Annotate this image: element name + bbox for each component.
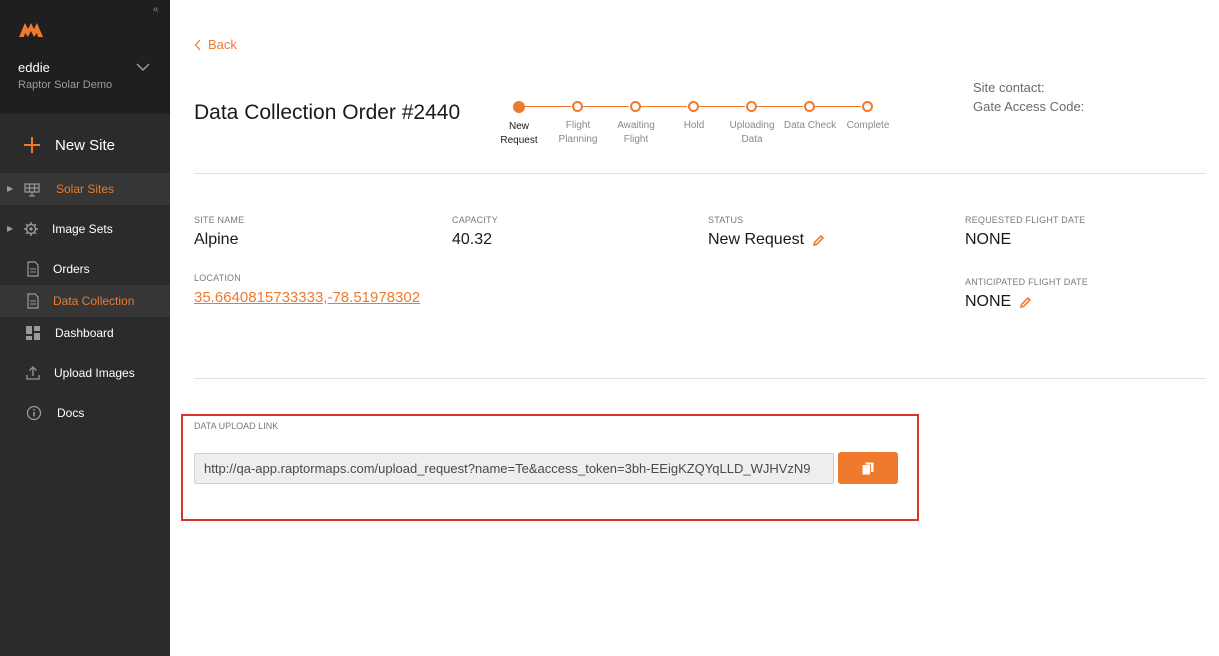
site-name-value: Alpine (194, 231, 239, 248)
sidebar-item-docs[interactable]: Docs (0, 397, 170, 429)
step-dot-new-request (513, 101, 525, 113)
new-site-button[interactable]: New Site (0, 127, 170, 165)
stepper-connector (641, 106, 687, 107)
solar-panel-icon (24, 183, 40, 197)
document-icon (27, 293, 39, 309)
requested-flight-date-value: NONE (965, 231, 1012, 248)
step-dot-awaiting-flight (630, 101, 641, 112)
org-name: Raptor Solar Demo (18, 79, 113, 91)
step-label-complete: Complete (846, 120, 890, 131)
caret-right-icon[interactable]: ▶ (7, 224, 13, 233)
capacity-value: 40.32 (452, 231, 493, 248)
requested-flight-date-label: REQUESTED FLIGHT DATE (965, 215, 1086, 225)
user-name[interactable]: eddie (18, 60, 50, 75)
divider (194, 378, 1206, 379)
sidebar-header: « eddie Raptor Solar Demo (0, 0, 170, 114)
gear-icon (24, 222, 38, 236)
status-label: STATUS (708, 215, 744, 225)
step-label-data-check: Data Check (783, 120, 837, 131)
step-dot-data-check (804, 101, 815, 112)
raptor-logo-icon[interactable] (18, 20, 44, 38)
chevron-down-icon[interactable] (136, 60, 150, 74)
site-contact-label: Site contact: (973, 80, 1045, 95)
sidebar-item-image-sets[interactable]: ▶ Image Sets (0, 213, 170, 245)
upload-link-label: DATA UPLOAD LINK (194, 421, 279, 431)
upload-link-input[interactable] (194, 453, 834, 484)
copy-icon (862, 462, 874, 474)
step-label-flight-planning: Flight Planning (558, 120, 598, 145)
gate-access-code-label: Gate Access Code: (973, 99, 1085, 114)
new-site-label: New Site (55, 137, 116, 154)
collapse-sidebar-icon[interactable]: « (153, 4, 159, 15)
anticipated-flight-date-value: NONE (965, 293, 1012, 310)
sidebar-item-upload-images[interactable]: Upload Images (0, 357, 170, 389)
sidebar-item-data-collection[interactable]: Data Collection (0, 285, 170, 317)
location-link[interactable]: 35.6640815733333,-78.51978302 (194, 289, 420, 306)
caret-right-icon[interactable]: ▶ (7, 184, 13, 193)
step-label-awaiting-flight: Awaiting Flight (617, 120, 655, 145)
stepper-connector (815, 106, 861, 107)
info-icon (26, 405, 42, 421)
plus-icon (24, 137, 40, 153)
document-icon (27, 261, 39, 277)
sidebar-item-dashboard[interactable]: Dashboard (0, 317, 170, 349)
dashboard-icon (26, 326, 40, 340)
sidebar-item-label: Data Collection (53, 294, 135, 308)
step-label-new-request: New Request (500, 121, 538, 146)
sidebar-item-label: Orders (53, 262, 90, 276)
capacity-label: CAPACITY (452, 215, 498, 225)
sidebar: « eddie Raptor Solar Demo New Site ▶ Sol… (0, 0, 170, 656)
sidebar-item-orders[interactable]: Orders (0, 253, 170, 285)
step-dot-complete (862, 101, 873, 112)
sidebar-item-solar-sites[interactable]: ▶ Solar Sites (0, 173, 170, 205)
step-label-hold: Hold (683, 120, 705, 131)
stepper-connector (699, 106, 745, 107)
step-dot-uploading-data (746, 101, 757, 112)
chevron-left-icon (194, 39, 201, 50)
divider (194, 173, 1206, 174)
sidebar-item-label: Upload Images (54, 366, 135, 380)
sidebar-item-label: Dashboard (55, 326, 114, 340)
back-label: Back (208, 37, 237, 52)
sidebar-item-label: Image Sets (52, 222, 113, 236)
status-value: New Request (708, 231, 805, 248)
back-link[interactable]: Back (194, 37, 237, 52)
upload-icon (26, 366, 40, 380)
edit-status-pencil-icon[interactable] (812, 234, 825, 247)
stepper-connector (583, 106, 629, 107)
edit-date-pencil-icon[interactable] (1019, 296, 1032, 309)
step-label-uploading-data: Uploading Data (729, 120, 775, 145)
anticipated-flight-date-label: ANTICIPATED FLIGHT DATE (965, 277, 1088, 287)
status-field: New Request (708, 231, 825, 249)
site-name-label: SITE NAME (194, 215, 245, 225)
location-label: LOCATION (194, 273, 241, 283)
page-title: Data Collection Order #2440 (194, 101, 461, 124)
sidebar-item-label: Docs (57, 406, 85, 420)
step-dot-hold (688, 101, 699, 112)
anticipated-flight-date-field: NONE (965, 293, 1032, 311)
stepper-connector (757, 106, 803, 107)
copy-link-button[interactable] (838, 452, 898, 484)
stepper-connector (525, 106, 571, 107)
sidebar-item-label: Solar Sites (56, 182, 115, 196)
order-status-stepper: New Request Flight Planning Awaiting Flight… (496, 98, 896, 158)
step-dot-flight-planning (572, 101, 583, 112)
